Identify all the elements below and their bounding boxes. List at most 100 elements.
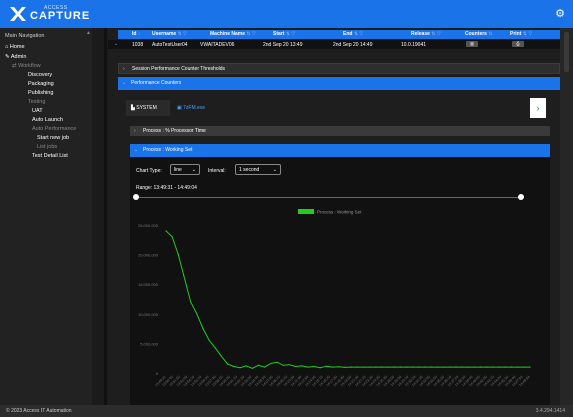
filter-icon: ⇅ ▽ bbox=[353, 31, 364, 37]
col-id-label: Id bbox=[132, 31, 137, 37]
nav-packaging[interactable]: Packaging bbox=[28, 81, 54, 87]
data-point bbox=[473, 366, 476, 368]
nav-auto-performance[interactable]: Auto Performance bbox=[32, 126, 76, 132]
filter-icon: ⇅ ▽ bbox=[522, 31, 533, 37]
data-point bbox=[325, 365, 327, 367]
tab-system[interactable]: ▙ SYSTEM bbox=[126, 100, 170, 116]
working-set-line bbox=[165, 230, 530, 369]
cell-start: 2nd Sep 20 13:49 bbox=[263, 41, 303, 48]
nav-uat[interactable]: UAT bbox=[32, 108, 43, 114]
data-point bbox=[369, 366, 371, 368]
data-point bbox=[387, 366, 389, 368]
filter-icon: ⇅ ▽ bbox=[285, 31, 296, 37]
col-machine-label: Machine Name bbox=[210, 31, 246, 37]
chart-icon: ▙ bbox=[131, 105, 135, 111]
data-point bbox=[350, 366, 352, 368]
working-set-label: Process : Working Set bbox=[143, 147, 193, 153]
data-point bbox=[171, 236, 173, 238]
tab-7zfm[interactable]: ▣ 7zFM.exe bbox=[172, 100, 222, 116]
data-point bbox=[461, 366, 463, 368]
col-id[interactable]: Id ↓ bbox=[132, 31, 140, 37]
data-point bbox=[332, 366, 334, 368]
data-point bbox=[375, 366, 377, 368]
process-tabs: ▙ SYSTEM ▣ 7zFM.exe › bbox=[126, 98, 546, 118]
col-machine[interactable]: Machine Name ⇅ ▽ bbox=[210, 31, 256, 37]
legend-label: Process : Working Set bbox=[317, 210, 362, 215]
nav-publishing[interactable]: Publishing bbox=[28, 90, 53, 96]
interval-value: 1 second bbox=[239, 167, 260, 173]
col-end[interactable]: End ⇅ ▽ bbox=[343, 31, 363, 37]
y-tick-label: 5,000,000 bbox=[140, 341, 159, 346]
print-icon[interactable]: ⎙ bbox=[512, 41, 524, 47]
data-point bbox=[190, 301, 192, 303]
col-print[interactable]: Print ⇅ ▽ bbox=[510, 31, 532, 37]
chevron-down-icon[interactable]: ⌄ bbox=[114, 41, 118, 47]
range-start-handle[interactable] bbox=[133, 194, 139, 200]
vertical-scrollbar[interactable] bbox=[560, 28, 573, 405]
performance-counters-section[interactable]: ⌄ Performance Counters bbox=[118, 77, 560, 90]
counters-chart-icon[interactable]: ▥ bbox=[466, 41, 478, 47]
logo-text: CAPTURE bbox=[30, 10, 91, 22]
splitter-bar[interactable] bbox=[104, 28, 107, 405]
thresholds-section[interactable]: › Session Performance Counter Thresholds bbox=[118, 63, 560, 74]
working-set-section[interactable]: ⌄ Process : Working Set bbox=[130, 144, 550, 157]
range-slider-track[interactable] bbox=[136, 196, 521, 198]
scroll-up-icon[interactable]: ▲ bbox=[86, 30, 91, 36]
data-point bbox=[399, 366, 401, 368]
logo[interactable]: ACCESS CAPTURE bbox=[10, 4, 90, 24]
range-label: Range: 13:49:31 - 14:49:04 bbox=[136, 185, 197, 191]
copyright-text: © 2023 Access IT Automation bbox=[6, 408, 72, 414]
tab-scroll-right-icon[interactable]: › bbox=[530, 98, 546, 118]
data-point bbox=[510, 366, 513, 368]
nav-test-detail-list[interactable]: Test Detail List bbox=[32, 153, 68, 159]
data-point bbox=[233, 365, 235, 368]
data-point bbox=[356, 366, 358, 368]
chevron-down-icon: ⌄ bbox=[272, 167, 277, 173]
col-print-label: Print bbox=[510, 31, 522, 37]
nav-workflow[interactable]: ⇄ Workflow bbox=[12, 63, 41, 69]
data-point bbox=[165, 230, 167, 232]
col-release[interactable]: Release ⇅ ▽ bbox=[411, 31, 441, 37]
nav-admin[interactable]: ✎ Admin bbox=[5, 54, 26, 60]
interval-select[interactable]: 1 second ⌄ bbox=[235, 164, 281, 175]
splitter[interactable] bbox=[92, 28, 108, 405]
sort-icon: ↓ bbox=[137, 31, 141, 37]
y-tick-label: 25,000,000 bbox=[138, 223, 159, 228]
nav-start-new-job[interactable]: Start new job bbox=[37, 135, 69, 141]
filter-icon: ⇅ ▽ bbox=[246, 31, 256, 37]
data-point bbox=[430, 366, 432, 368]
nav-list-jobs[interactable]: List jobs bbox=[37, 144, 57, 150]
top-bar: ACCESS CAPTURE ⚙ bbox=[0, 0, 573, 28]
data-point bbox=[214, 347, 216, 349]
chevron-down-icon: ⌄ bbox=[134, 147, 139, 153]
main-content: Id ↓ Username ⇅ ▽ Machine Name ⇅ ▽ Start… bbox=[108, 28, 560, 405]
wrench-icon: ✎ bbox=[5, 54, 10, 60]
app-icon: ▣ bbox=[177, 105, 182, 111]
col-username[interactable]: Username ⇅ ▽ bbox=[152, 31, 187, 37]
col-start-label: Start bbox=[273, 31, 285, 37]
nav-discovery[interactable]: Discovery bbox=[28, 72, 52, 78]
data-point bbox=[183, 277, 186, 279]
data-point bbox=[177, 254, 179, 256]
working-set-chart: Process : Working Set 25,000,000 20,000,00… bbox=[138, 209, 531, 387]
chart-type-select[interactable]: line ⌄ bbox=[170, 164, 200, 175]
scrollbar-thumb[interactable] bbox=[564, 32, 569, 72]
processor-time-section[interactable]: › Process : % Processor Time bbox=[130, 126, 550, 136]
gear-icon[interactable]: ⚙ bbox=[554, 8, 566, 20]
range-slider[interactable] bbox=[133, 194, 524, 200]
range-end-handle[interactable] bbox=[518, 194, 524, 200]
table-row[interactable]: ⌄ 1038 AutoTestUser04 VWAITADEV06 2nd Se… bbox=[108, 40, 560, 49]
filter-icon: ⇅ ▽ bbox=[177, 31, 188, 37]
chart-panel: Chart Type: line ⌄ Interval: 1 second ⌄ Ra… bbox=[130, 157, 550, 405]
footer: © 2023 Access IT Automation 3.4.294.1414 bbox=[0, 405, 573, 417]
col-start[interactable]: Start ⇅ ▽ bbox=[273, 31, 295, 37]
nav-auto-launch[interactable]: Auto Launch bbox=[32, 117, 63, 123]
nav-testing[interactable]: Testing bbox=[28, 99, 45, 105]
data-point bbox=[307, 366, 309, 368]
nav-home[interactable]: ⌂ Home bbox=[5, 44, 25, 50]
data-point bbox=[436, 366, 439, 368]
data-point bbox=[208, 339, 210, 341]
cell-release: 10.0.19041 bbox=[401, 41, 427, 48]
data-point bbox=[412, 366, 414, 368]
col-counters[interactable]: Counters ⇅ bbox=[465, 31, 493, 37]
